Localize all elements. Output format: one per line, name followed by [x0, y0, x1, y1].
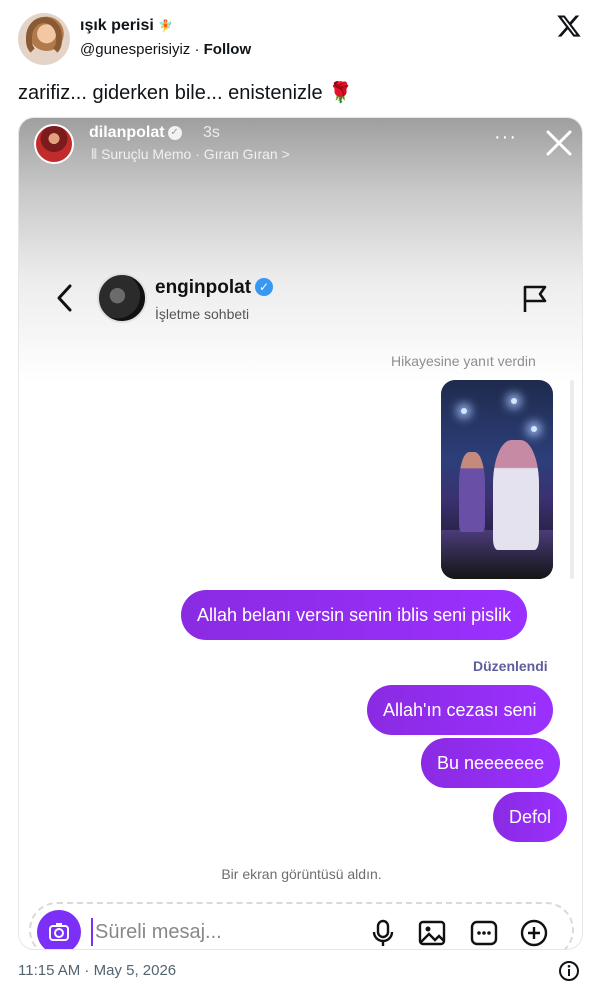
story-music: ⦀ Suruçlu Memo · Gıran Gıran >: [91, 146, 290, 163]
message-bubble: Bu neeeeeee: [421, 738, 561, 788]
handle-row: @gunesperisiyiz · Follow: [80, 41, 251, 58]
contact-name-row: enginpolat ✓: [155, 277, 274, 299]
message-input: [91, 918, 311, 946]
add-icon: [519, 918, 549, 948]
gallery-icon: [417, 918, 447, 948]
flag-icon: [521, 284, 549, 314]
verified-badge-icon: ✓: [167, 125, 182, 140]
edited-label: Düzenlendi: [473, 658, 548, 674]
media-screenshot[interactable]: dilanpolat ✓ 3s ⦀ Suruçlu Memo · Gıran Gı…: [18, 117, 583, 950]
rose-emoji: 🌹: [328, 82, 354, 104]
author-avatar[interactable]: [18, 13, 70, 65]
story-reply-label: Hikayesine yanıt verdin: [391, 353, 536, 369]
more-options-icon: ···: [494, 126, 517, 148]
screenshot-notice: Bir ekran görüntüsü aldın.: [221, 866, 382, 882]
follow-button[interactable]: Follow: [204, 41, 252, 58]
audio-wave-icon: ⦀: [91, 146, 98, 162]
close-icon: [544, 128, 574, 158]
contact-avatar: [97, 273, 147, 323]
x-logo-icon[interactable]: [556, 13, 582, 39]
camera-icon: [37, 910, 81, 949]
info-icon[interactable]: [558, 960, 580, 982]
tweet-timestamp[interactable]: 11:15 AM · May 5, 2026: [18, 962, 176, 979]
contact-name: enginpolat: [155, 277, 252, 298]
story-username-row: dilanpolat ✓: [89, 124, 182, 142]
story-music-label: Suruçlu Memo · Gıran Gıran >: [101, 146, 290, 162]
message-bubble: Allah'ın cezası seni: [367, 685, 553, 735]
story-time: 3s: [203, 124, 220, 141]
fairy-emoji: 🧚: [158, 19, 174, 33]
scroll-track: [570, 380, 574, 579]
author-name[interactable]: ışık perisi 🧚: [80, 17, 173, 35]
story-avatar: [34, 124, 74, 164]
story-username: dilanpolat: [89, 124, 165, 141]
message-composer: [29, 902, 574, 949]
author-handle[interactable]: @gunesperisiyiz: [80, 41, 190, 58]
tweet-body: zarifiz... giderken bile... enistenizle: [18, 82, 323, 104]
back-arrow-icon: [55, 283, 75, 313]
message-bubble: Allah belanı versin senin iblis seni pis…: [181, 590, 528, 640]
sticker-icon: [469, 918, 499, 948]
author-display-name[interactable]: ışık perisi: [80, 17, 154, 34]
message-bubble: Defol: [493, 792, 568, 842]
separator-dot: ·: [194, 41, 200, 58]
verified-blue-badge-icon: ✓: [255, 278, 274, 296]
microphone-icon: [368, 918, 398, 948]
story-thumbnail: [441, 380, 553, 579]
tweet-header: ışık perisi 🧚 @gunesperisiyiz · Follow: [0, 0, 600, 70]
tweet-text: zarifiz... giderken bile... enistenizle …: [18, 80, 353, 105]
chat-header: enginpolat ✓ İşletme sohbeti: [19, 268, 582, 338]
contact-subtitle: İşletme sohbeti: [155, 306, 250, 322]
